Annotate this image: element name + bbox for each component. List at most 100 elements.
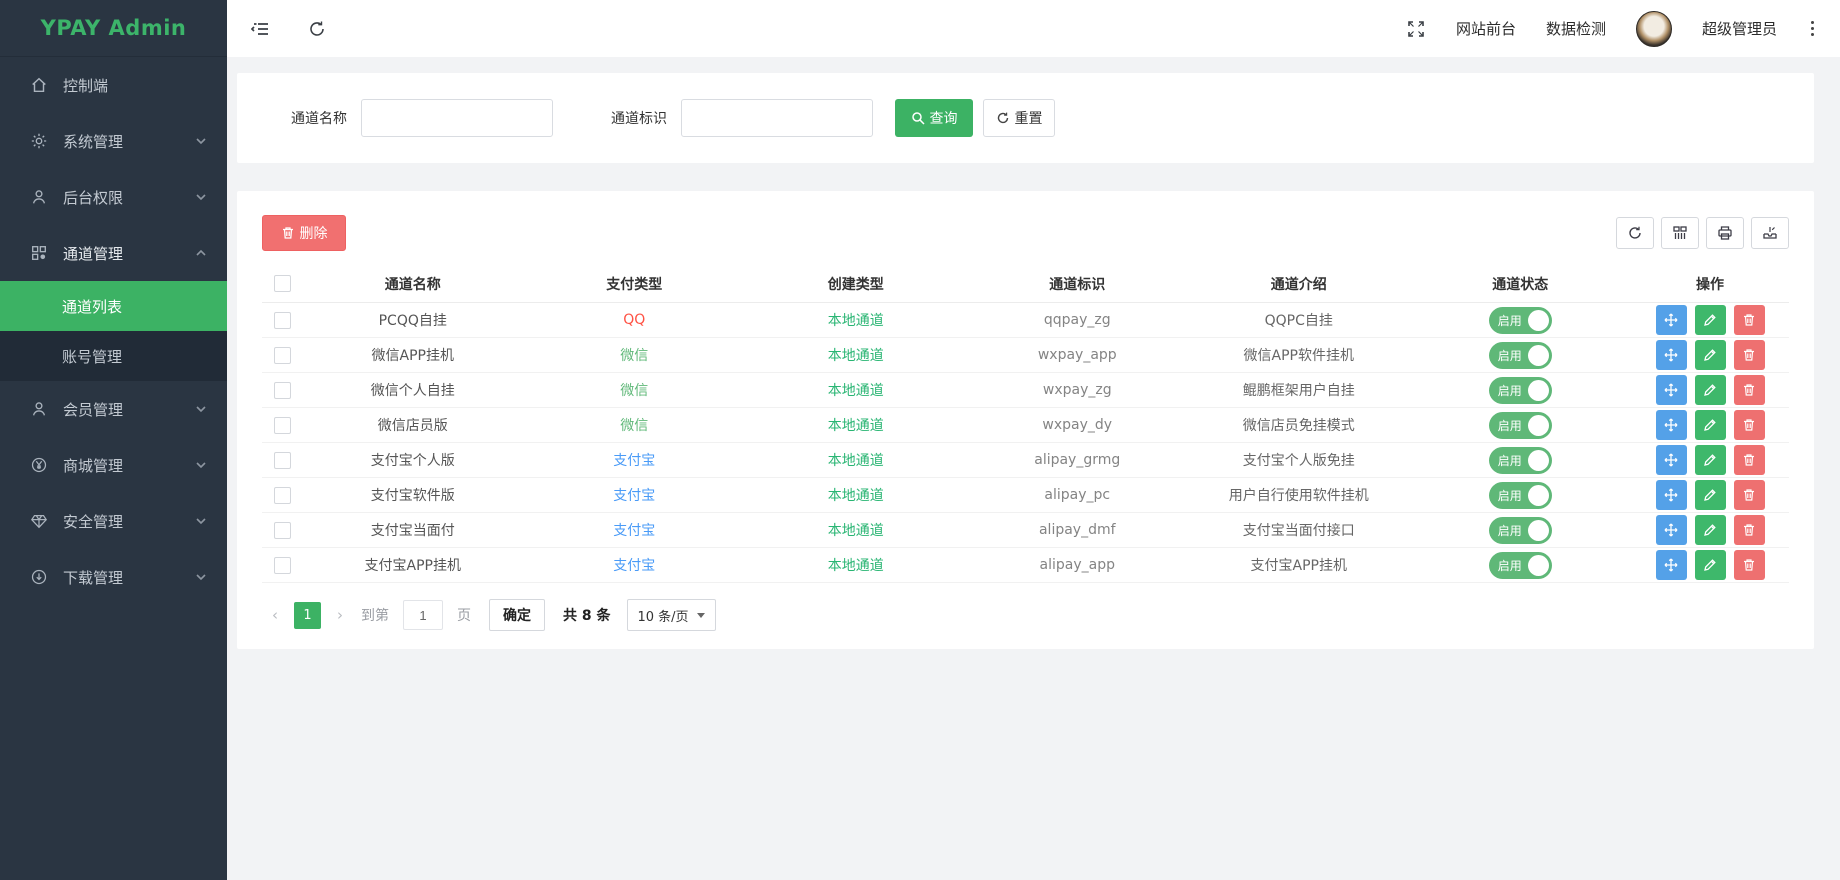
channel-desc-cell: 用户自行使用软件挂机 bbox=[1188, 485, 1410, 505]
sidebar-subitem-channel-list[interactable]: 通道列表 bbox=[0, 281, 227, 331]
sidebar-item-mall-mgmt[interactable]: 商城管理 bbox=[0, 437, 227, 493]
topbar: 网站前台 数据检测 超级管理员 bbox=[227, 0, 1840, 57]
fullscreen-icon[interactable] bbox=[1406, 19, 1426, 39]
move-row-button[interactable] bbox=[1656, 305, 1687, 335]
refresh-page-icon[interactable] bbox=[307, 19, 327, 39]
edit-row-button[interactable] bbox=[1695, 410, 1726, 440]
sidebar-item-system[interactable]: 系统管理 bbox=[0, 113, 227, 169]
more-menu-icon[interactable] bbox=[1807, 17, 1818, 40]
status-toggle[interactable]: 启用 bbox=[1489, 447, 1552, 474]
channel-code-input[interactable] bbox=[681, 99, 873, 137]
move-row-button[interactable] bbox=[1656, 445, 1687, 475]
edit-row-button[interactable] bbox=[1695, 480, 1726, 510]
column-filter-button[interactable] bbox=[1661, 217, 1699, 249]
edit-row-button[interactable] bbox=[1695, 305, 1726, 335]
current-page-button[interactable]: 1 bbox=[294, 602, 321, 629]
sidebar-item-channel-mgmt[interactable]: 通道管理 bbox=[0, 225, 227, 281]
next-page-button[interactable]: › bbox=[327, 602, 353, 629]
row-checkbox[interactable] bbox=[274, 452, 291, 469]
row-checkbox[interactable] bbox=[274, 557, 291, 574]
diamond-shield-icon bbox=[30, 512, 48, 530]
move-row-button[interactable] bbox=[1656, 515, 1687, 545]
delete-button[interactable]: 删除 bbox=[262, 215, 346, 251]
channel-name-input[interactable] bbox=[361, 99, 553, 137]
home-icon bbox=[30, 76, 48, 94]
create-type-cell: 本地通道 bbox=[745, 555, 967, 575]
channel-desc-cell: 鲲鹏框架用户自挂 bbox=[1188, 380, 1410, 400]
row-checkbox[interactable] bbox=[274, 487, 291, 504]
edit-row-button[interactable] bbox=[1695, 340, 1726, 370]
delete-row-button[interactable] bbox=[1734, 375, 1765, 405]
channel-desc-cell: 支付宝当面付接口 bbox=[1188, 520, 1410, 540]
row-checkbox[interactable] bbox=[274, 382, 291, 399]
status-toggle[interactable]: 启用 bbox=[1489, 517, 1552, 544]
move-row-button[interactable] bbox=[1656, 375, 1687, 405]
frontend-link[interactable]: 网站前台 bbox=[1456, 18, 1516, 39]
sidebar-item-label: 通道管理 bbox=[63, 243, 123, 264]
print-button[interactable] bbox=[1706, 217, 1744, 249]
reset-button[interactable]: 重置 bbox=[983, 99, 1055, 137]
channel-code-cell: alipay_grmg bbox=[967, 452, 1189, 468]
goto-confirm-button[interactable]: 确定 bbox=[489, 599, 545, 631]
move-row-button[interactable] bbox=[1656, 340, 1687, 370]
username-label[interactable]: 超级管理员 bbox=[1702, 18, 1777, 39]
data-monitor-link[interactable]: 数据检测 bbox=[1546, 18, 1606, 39]
export-button[interactable] bbox=[1751, 217, 1789, 249]
channel-desc-cell: 微信APP软件挂机 bbox=[1188, 345, 1410, 365]
channel-code-cell: wxpay_dy bbox=[967, 417, 1189, 433]
trash-icon bbox=[1742, 453, 1756, 467]
chevron-down-icon bbox=[195, 403, 207, 415]
delete-row-button[interactable] bbox=[1734, 305, 1765, 335]
sidebar-item-download-mgmt[interactable]: 下载管理 bbox=[0, 549, 227, 605]
edit-row-button[interactable] bbox=[1695, 550, 1726, 580]
edit-row-button[interactable] bbox=[1695, 375, 1726, 405]
user-avatar[interactable] bbox=[1636, 11, 1672, 47]
select-all-checkbox[interactable] bbox=[274, 275, 291, 292]
delete-row-button[interactable] bbox=[1734, 445, 1765, 475]
row-checkbox[interactable] bbox=[274, 417, 291, 434]
status-toggle[interactable]: 启用 bbox=[1489, 342, 1552, 369]
goto-prefix-label: 到第 bbox=[361, 605, 389, 625]
channel-code-cell: alipay_pc bbox=[967, 487, 1189, 503]
sidebar-item-member-mgmt[interactable]: 会员管理 bbox=[0, 381, 227, 437]
prev-page-button[interactable]: ‹ bbox=[262, 602, 288, 629]
delete-row-button[interactable] bbox=[1734, 515, 1765, 545]
page-size-select[interactable]: 10 条/页 bbox=[627, 599, 716, 631]
delete-row-button[interactable] bbox=[1734, 410, 1765, 440]
status-toggle[interactable]: 启用 bbox=[1489, 412, 1552, 439]
download-circle-icon bbox=[30, 568, 48, 586]
reset-refresh-icon bbox=[996, 111, 1010, 125]
edit-row-button[interactable] bbox=[1695, 445, 1726, 475]
status-toggle[interactable]: 启用 bbox=[1489, 307, 1552, 334]
channel-desc-cell: 支付宝个人版免挂 bbox=[1188, 450, 1410, 470]
query-button[interactable]: 查询 bbox=[895, 99, 973, 137]
trash-icon bbox=[1742, 348, 1756, 362]
status-toggle[interactable]: 启用 bbox=[1489, 552, 1552, 579]
goto-page-input[interactable] bbox=[403, 600, 443, 630]
move-icon bbox=[1664, 348, 1678, 362]
status-toggle[interactable]: 启用 bbox=[1489, 377, 1552, 404]
create-type-cell: 本地通道 bbox=[745, 345, 967, 365]
export-icon bbox=[1762, 225, 1778, 241]
sidebar-item-admin-perms[interactable]: 后台权限 bbox=[0, 169, 227, 225]
collapse-sidebar-icon[interactable] bbox=[251, 19, 271, 39]
delete-row-button[interactable] bbox=[1734, 550, 1765, 580]
table-row: 微信店员版 微信 本地通道 wxpay_dy 微信店员免挂模式 启用 bbox=[262, 408, 1789, 443]
row-checkbox[interactable] bbox=[274, 347, 291, 364]
sidebar-item-console[interactable]: 控制端 bbox=[0, 57, 227, 113]
move-row-button[interactable] bbox=[1656, 410, 1687, 440]
status-toggle[interactable]: 启用 bbox=[1489, 482, 1552, 509]
create-type-cell: 本地通道 bbox=[745, 380, 967, 400]
table-refresh-button[interactable] bbox=[1616, 217, 1654, 249]
sidebar-subitem-account-mgmt[interactable]: 账号管理 bbox=[0, 331, 227, 381]
move-row-button[interactable] bbox=[1656, 480, 1687, 510]
row-checkbox[interactable] bbox=[274, 522, 291, 539]
delete-row-button[interactable] bbox=[1734, 480, 1765, 510]
edit-row-button[interactable] bbox=[1695, 515, 1726, 545]
move-row-button[interactable] bbox=[1656, 550, 1687, 580]
toggle-knob bbox=[1528, 415, 1549, 436]
row-checkbox[interactable] bbox=[274, 312, 291, 329]
delete-row-button[interactable] bbox=[1734, 340, 1765, 370]
sidebar-item-security-mgmt[interactable]: 安全管理 bbox=[0, 493, 227, 549]
total-count-label: 共 8 条 bbox=[563, 605, 611, 625]
